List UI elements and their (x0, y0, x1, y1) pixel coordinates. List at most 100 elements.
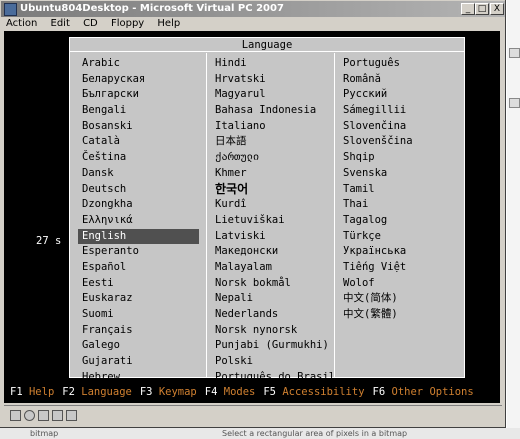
language-option[interactable]: Română (335, 72, 461, 88)
menu-floppy[interactable]: Floppy (111, 18, 144, 29)
language-column-2: Hindi Hrvatski Magyarul Bahasa Indonesia Ita… (206, 53, 335, 383)
language-option[interactable]: Català (78, 134, 199, 150)
title-bar[interactable]: Ubuntu804Desktop - Microsoft Virtual PC … (1, 1, 505, 17)
language-option[interactable]: 中文(简体) (335, 291, 461, 307)
language-option[interactable]: Hrvatski (207, 72, 331, 88)
language-option[interactable]: Italiano (207, 119, 331, 135)
language-option[interactable]: Türkçe (335, 229, 461, 245)
edge-control-icon (509, 48, 520, 58)
language-option[interactable]: 한국어 (207, 182, 331, 198)
fkey-label: Language (81, 386, 132, 398)
fkey-label: Help (28, 386, 55, 398)
language-option[interactable]: Čeština (78, 150, 199, 166)
language-option[interactable]: Deutsch (78, 182, 199, 198)
language-option[interactable]: Norsk nynorsk (207, 323, 331, 339)
language-option[interactable]: Ελληνικά (78, 213, 199, 229)
desktop-edge (507, 0, 520, 428)
language-option[interactable]: Malayalam (207, 260, 331, 276)
fkey-label: Modes (223, 386, 256, 398)
language-option[interactable]: Português do Brasil (207, 370, 335, 386)
language-option[interactable]: Dzongkha (78, 197, 199, 213)
language-option[interactable]: Galego (78, 338, 199, 354)
maximize-button[interactable]: □ (475, 3, 489, 15)
language-option[interactable]: Svenska (335, 166, 461, 182)
language-option[interactable]: Slovenčina (335, 119, 461, 135)
language-option[interactable]: Tamil (335, 182, 461, 198)
language-option[interactable]: ქართული (207, 150, 331, 166)
menu-edit[interactable]: Edit (51, 18, 70, 29)
fkey-f1[interactable]: F1 Help (10, 386, 54, 398)
language-option[interactable]: Nederlands (207, 307, 331, 323)
menu-cd[interactable]: CD (83, 18, 98, 29)
language-option[interactable]: English (78, 228, 199, 245)
vm-screen[interactable]: 27 s Language Arabic Беларуская Български B… (4, 31, 500, 403)
language-option[interactable]: Tiếng Việt (335, 260, 461, 276)
language-dialog: Language Arabic Беларуская Български Bengal… (69, 37, 465, 383)
menu-help[interactable]: Help (157, 18, 180, 29)
fkey-f3[interactable]: F3 Keymap (140, 386, 197, 398)
language-option[interactable]: Tagalog (335, 213, 461, 229)
language-option[interactable]: Slovenščina (335, 134, 461, 150)
shared-folder-icon[interactable] (52, 410, 63, 421)
menu-bar: Action Edit CD Floppy Help (1, 17, 505, 31)
language-option[interactable]: 日本語 (207, 134, 331, 150)
language-option[interactable]: Français (78, 323, 199, 339)
language-option[interactable]: Arabic (78, 56, 199, 72)
language-option[interactable]: Magyarul (207, 87, 331, 103)
language-option[interactable]: Polski (207, 354, 331, 370)
language-option[interactable]: Bosanski (78, 119, 199, 135)
dialog-title: Language (70, 38, 464, 52)
language-option[interactable]: Shqip (335, 150, 461, 166)
language-option[interactable]: Punjabi (Gurmukhi) (207, 338, 331, 354)
language-option[interactable]: Русский (335, 87, 461, 103)
app-icon (4, 3, 17, 16)
fkey-f2[interactable]: F2 Language (62, 386, 132, 398)
menu-action[interactable]: Action (6, 18, 37, 29)
virtual-pc-window: Ubuntu804Desktop - Microsoft Virtual PC … (0, 0, 506, 428)
close-button[interactable]: X (490, 3, 504, 15)
language-column-1: Arabic Беларуская Български Bengali Bosanski… (78, 56, 199, 385)
language-option[interactable]: Português (335, 56, 461, 72)
language-option[interactable]: Suomi (78, 307, 199, 323)
language-option[interactable]: Español (78, 260, 199, 276)
language-option[interactable]: Latviski (207, 229, 331, 245)
language-option[interactable]: Български (78, 87, 199, 103)
fkey-key: F1 (10, 386, 23, 398)
language-option[interactable]: Gujarati (78, 354, 199, 370)
minimize-button[interactable]: _ (461, 3, 475, 15)
language-option[interactable]: 中文(繁體) (335, 307, 461, 323)
language-option[interactable]: Euskaraz (78, 291, 199, 307)
hard-disk-icon[interactable] (38, 410, 49, 421)
network-icon[interactable] (66, 410, 77, 421)
language-option[interactable]: Hindi (207, 56, 331, 72)
cd-icon[interactable] (24, 410, 35, 421)
floppy-icon[interactable] (10, 410, 21, 421)
window-title: Ubuntu804Desktop - Microsoft Virtual PC … (20, 3, 284, 14)
language-option[interactable]: Беларуская (78, 72, 199, 88)
background-window-strip: bitmap Select a rectangular area of pixe… (0, 428, 520, 439)
fkey-key: F6 (372, 386, 386, 398)
fkey-label: Accessibility (282, 386, 365, 398)
language-option[interactable]: Wolof (335, 276, 461, 292)
fkey-f4[interactable]: F4 Modes (205, 386, 256, 398)
language-option[interactable]: Македонски (207, 244, 331, 260)
fkey-f6[interactable]: F6 Other Options (373, 386, 474, 398)
language-option[interactable]: Dansk (78, 166, 199, 182)
language-option[interactable]: Eesti (78, 276, 199, 292)
language-option[interactable]: Nepali (207, 291, 331, 307)
language-option[interactable]: Lietuviškai (207, 213, 331, 229)
language-option[interactable]: Bengali (78, 103, 199, 119)
background-text-right: Select a rectangular area of pixels in a… (222, 429, 408, 438)
language-option[interactable]: Sámegillii (335, 103, 461, 119)
fkey-label: Other Options (391, 386, 474, 398)
language-option[interactable]: Thai (335, 197, 461, 213)
language-option[interactable]: Hebrew (78, 370, 199, 386)
language-option[interactable]: Khmer (207, 166, 331, 182)
language-option[interactable]: Bahasa Indonesia (207, 103, 331, 119)
language-option[interactable]: Esperanto (78, 244, 199, 260)
language-option[interactable]: Kurdî (207, 197, 331, 213)
fkey-key: F5 (263, 386, 277, 398)
fkey-f5[interactable]: F5 Accessibility (263, 386, 364, 398)
language-option[interactable]: Norsk bokmål (207, 276, 331, 292)
language-option[interactable]: Українська (335, 244, 461, 260)
